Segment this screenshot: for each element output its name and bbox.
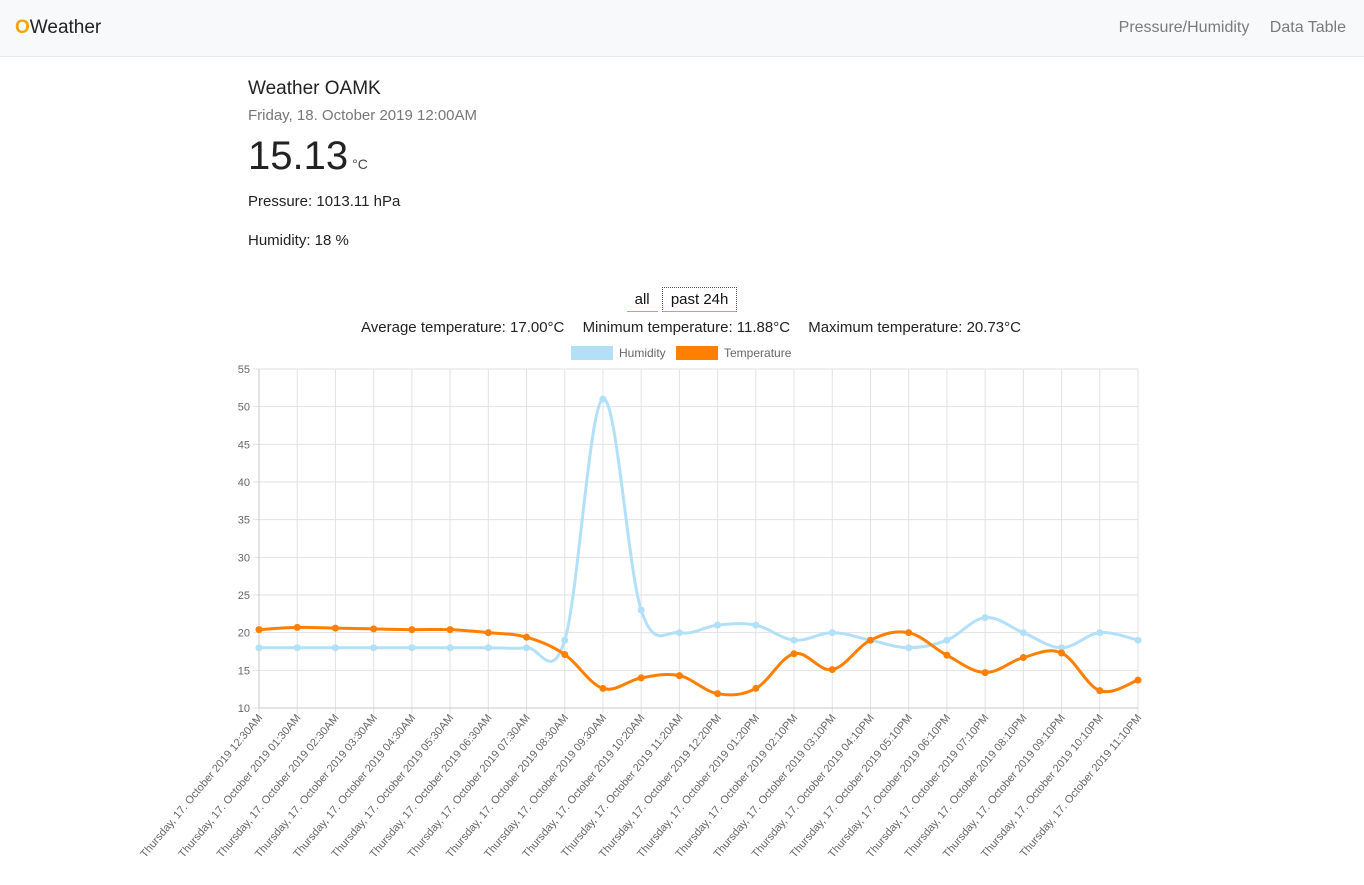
- average-temperature: Average temperature: 17.00°C: [361, 319, 565, 336]
- humidity-data-point: [523, 644, 531, 652]
- temperature-series-line: [258, 625, 1139, 697]
- y-tick-label: 50: [238, 402, 250, 414]
- temperature-data-point: [370, 625, 378, 633]
- humidity-data-point: [1019, 629, 1027, 637]
- temperature-data-point: [943, 651, 951, 659]
- filter-all-button[interactable]: all: [626, 288, 658, 312]
- temperature-data-point: [1096, 687, 1104, 695]
- temperature-value: 15.13: [248, 134, 349, 178]
- humidity-data-point: [790, 636, 798, 644]
- humidity-data-point: [1134, 636, 1142, 644]
- temperature-data-point: [1058, 649, 1066, 657]
- navbar: OWeather Pressure/Humidity Data Table: [0, 0, 1364, 57]
- range-filter: all past 24h: [0, 287, 1364, 312]
- humidity-data-point: [981, 614, 989, 622]
- temperature-data-point: [790, 650, 798, 658]
- nav-links: Pressure/Humidity Data Table: [1103, 19, 1346, 37]
- temperature-data-point: [331, 624, 339, 632]
- temperature-unit: °C: [352, 156, 368, 172]
- y-tick-label: 55: [238, 364, 250, 376]
- humidity-data-point: [408, 644, 416, 652]
- temperature-data-point: [828, 666, 836, 674]
- nav-link-data-table[interactable]: Data Table: [1270, 19, 1346, 36]
- weather-panel: Weather OAMK Friday, 18. October 2019 12…: [248, 78, 477, 249]
- reading-datetime: Friday, 18. October 2019 12:00AM: [248, 107, 478, 124]
- temperature-data-point: [561, 651, 569, 659]
- legend-label-humidity: Humidity: [619, 346, 666, 360]
- humidity-data-point: [331, 644, 339, 652]
- temperature-data-point: [981, 669, 989, 677]
- temperature-data-point: [714, 690, 722, 698]
- temperature-data-point: [905, 629, 913, 637]
- humidity-data-point: [675, 629, 683, 637]
- humidity-data-point: [828, 629, 836, 637]
- filter-past-24h-button[interactable]: past 24h: [661, 287, 738, 312]
- y-tick-label: 15: [238, 665, 250, 677]
- legend-swatch-temperature: [676, 346, 718, 360]
- y-tick-label: 35: [238, 515, 250, 527]
- humidity-data-point: [561, 636, 569, 644]
- temperature-data-point: [1134, 676, 1142, 684]
- y-tick-label: 40: [238, 477, 250, 489]
- weather-line-chart: 10152025303540455055Thursday, 17. Octobe…: [138, 346, 1144, 860]
- y-tick-label: 45: [238, 439, 250, 451]
- humidity-reading: Humidity: 18 %: [248, 232, 349, 249]
- temperature-data-point: [446, 626, 454, 634]
- humidity-data-point: [637, 606, 645, 614]
- minimum-temperature: Minimum temperature: 11.88°C: [582, 319, 791, 336]
- humidity-data-point: [714, 621, 722, 629]
- humidity-data-point: [1096, 629, 1104, 637]
- legend-label-temperature: Temperature: [724, 346, 792, 360]
- humidity-data-point: [255, 644, 263, 652]
- humidity-data-point: [943, 636, 951, 644]
- humidity-data-point: [484, 644, 492, 652]
- maximum-temperature: Maximum temperature: 20.73°C: [808, 319, 1021, 336]
- y-tick-label: 25: [238, 590, 250, 602]
- legend-swatch-humidity: [571, 346, 613, 360]
- temperature-data-point: [599, 684, 607, 692]
- humidity-data-point: [905, 644, 913, 652]
- current-temperature: 15.13 °C: [248, 134, 477, 179]
- temperature-data-point: [752, 684, 760, 692]
- station-title: Weather OAMK: [248, 78, 381, 99]
- humidity-data-point: [599, 395, 607, 403]
- brand-logo[interactable]: OWeather: [15, 17, 101, 39]
- pressure-reading: Pressure: 1013.11 hPa: [248, 193, 401, 210]
- humidity-data-point: [752, 621, 760, 629]
- temperature-data-point: [866, 636, 874, 644]
- temperature-data-point: [293, 623, 301, 631]
- y-tick-label: 30: [238, 552, 250, 564]
- humidity-data-point: [293, 644, 301, 652]
- temperature-data-point: [484, 629, 492, 637]
- temperature-data-point: [675, 672, 683, 680]
- brand-name: Weather: [29, 17, 102, 38]
- temperature-data-point: [637, 674, 645, 682]
- temperature-data-point: [523, 633, 531, 641]
- nav-link-pressure-humidity[interactable]: Pressure/Humidity: [1119, 19, 1250, 36]
- brand-o-mark: O: [15, 17, 30, 38]
- humidity-data-point: [446, 644, 454, 652]
- temperature-data-point: [255, 626, 263, 634]
- temperature-data-point: [1019, 654, 1027, 662]
- y-tick-label: 20: [238, 628, 250, 640]
- temperature-stats: Average temperature: 17.00°C Minimum tem…: [0, 319, 1364, 336]
- temperature-data-point: [408, 626, 416, 634]
- humidity-data-point: [370, 644, 378, 652]
- humidity-series-line: [259, 397, 1139, 663]
- y-tick-label: 10: [238, 703, 250, 715]
